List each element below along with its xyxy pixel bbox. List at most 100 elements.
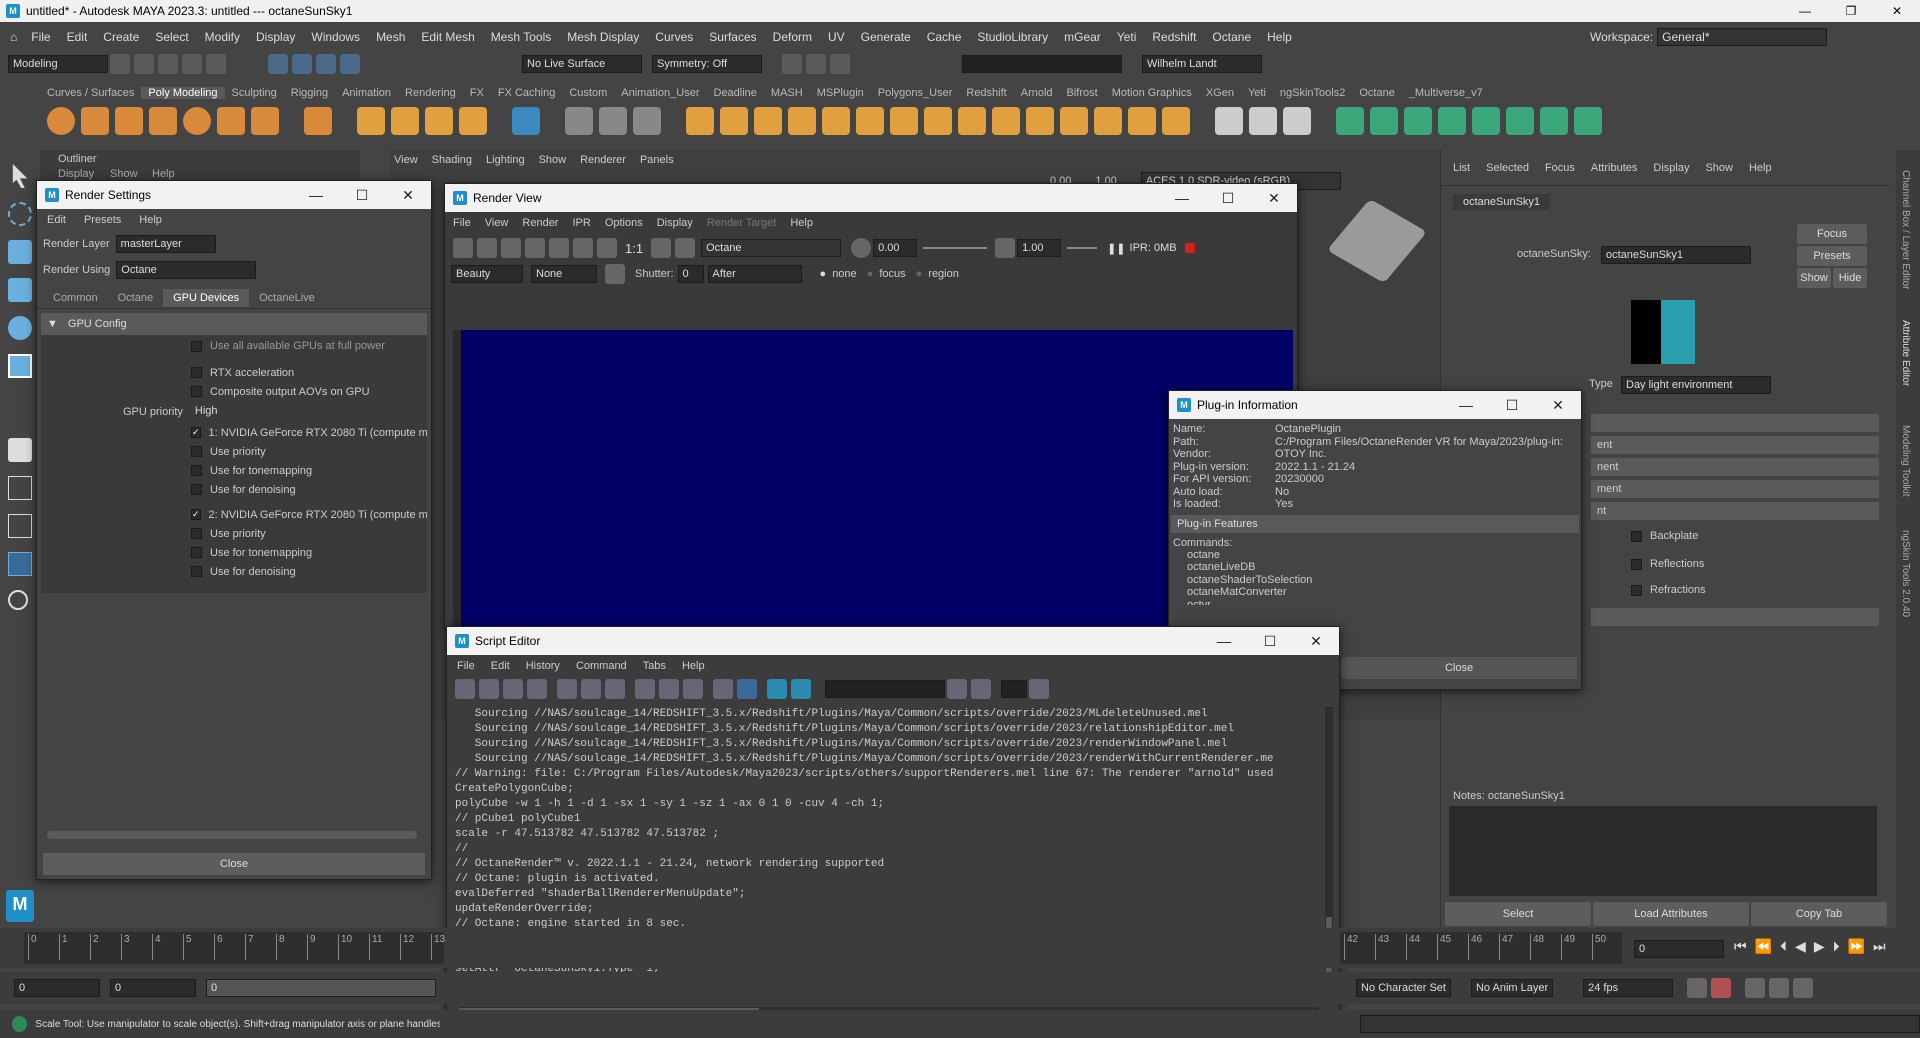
quad-draw-icon[interactable] — [992, 107, 1020, 135]
gpu2-denoising-checkbox[interactable] — [191, 566, 202, 577]
single-perspective-icon[interactable] — [8, 438, 32, 462]
rtx-checkbox[interactable] — [191, 367, 202, 378]
bridge-icon[interactable] — [754, 107, 782, 135]
save-script-icon[interactable] — [503, 679, 523, 699]
menu-cache[interactable]: Cache — [927, 30, 962, 44]
render-region-icon[interactable] — [477, 238, 497, 258]
ae-select-button[interactable]: Select — [1445, 902, 1591, 926]
fill-hole-icon[interactable] — [788, 107, 816, 135]
list-icon[interactable] — [605, 264, 625, 284]
range-bar[interactable]: 0 — [206, 979, 436, 997]
help-icon[interactable] — [12, 1016, 28, 1032]
side-tab-ngskin[interactable]: ngSkin Tools 2.0.40 — [1900, 530, 1911, 617]
outliner-menu-show[interactable]: Show — [110, 168, 138, 180]
shelf-tab[interactable]: Redshift — [959, 87, 1013, 99]
new-scene-icon[interactable] — [110, 54, 130, 74]
sculpt-brush-icon[interactable] — [1215, 107, 1243, 135]
goto-line-input[interactable] — [1001, 680, 1027, 698]
shutter-field[interactable]: 0 — [677, 265, 704, 283]
scale-tool-icon[interactable] — [8, 354, 32, 378]
ae-menu-item[interactable]: Show — [1705, 162, 1733, 174]
ae-hide-button[interactable]: Hide — [1833, 268, 1867, 288]
rs-tab[interactable]: OctaneLive — [249, 289, 325, 307]
radio-focus[interactable]: ● — [867, 268, 874, 280]
pause-ipr-icon[interactable]: ❚❚ — [1107, 242, 1125, 255]
workspace-dropdown[interactable]: General* — [1657, 28, 1828, 46]
renderer-dropdown[interactable]: Octane — [701, 239, 842, 257]
go-to-end-icon[interactable]: ⏭ — [1873, 938, 1886, 955]
svg-tool-icon[interactable] — [459, 107, 487, 135]
step-forward-icon[interactable]: ⏵ — [1833, 938, 1840, 955]
exposure-icon[interactable] — [851, 238, 872, 258]
ae-menu-item[interactable]: Help — [1749, 162, 1772, 174]
bevel-icon[interactable] — [720, 107, 748, 135]
se-menu-item[interactable]: Tabs — [643, 660, 666, 672]
menu-edit-mesh[interactable]: Edit Mesh — [421, 30, 474, 44]
redo-render-icon[interactable] — [453, 238, 473, 258]
uv-auto-icon[interactable] — [1472, 107, 1500, 135]
reduce-icon[interactable] — [890, 107, 918, 135]
start-time-field[interactable]: 0 — [14, 979, 100, 997]
ae-menu-item[interactable]: Display — [1653, 162, 1689, 174]
ae-load-attributes-button[interactable]: Load Attributes — [1593, 902, 1749, 926]
maximize-icon[interactable]: ☐ — [339, 187, 385, 204]
minimize-icon[interactable]: — — [1201, 633, 1247, 650]
menu-deform[interactable]: Deform — [773, 30, 812, 44]
loop-icon[interactable] — [1687, 978, 1708, 998]
shelf-tab[interactable]: Bifrost — [1060, 87, 1105, 99]
anim-layer-dropdown[interactable]: No Anim Layer — [1470, 979, 1554, 997]
maya-home-icon[interactable]: ⌂ — [10, 30, 17, 44]
outliner-menu-help[interactable]: Help — [152, 168, 175, 180]
se-menu-item[interactable]: Help — [682, 660, 705, 672]
restore-icon[interactable]: ❐ — [1828, 4, 1874, 18]
ipr-render-icon[interactable] — [806, 54, 826, 74]
menu-uv[interactable]: UV — [828, 30, 845, 44]
outliner-menu-display[interactable]: Display — [58, 168, 94, 180]
rv-menu-item[interactable]: Render — [522, 217, 558, 229]
separate-icon[interactable] — [633, 107, 661, 135]
rs-menu-help[interactable]: Help — [139, 214, 162, 226]
append-icon[interactable] — [822, 107, 850, 135]
settings-icon[interactable] — [1793, 978, 1814, 998]
show-input-icon[interactable] — [659, 679, 679, 699]
menu-windows[interactable]: Windows — [311, 30, 360, 44]
menu-select[interactable]: Select — [155, 30, 188, 44]
maximize-icon[interactable]: ☐ — [1247, 633, 1293, 650]
render-settings-icon[interactable] — [830, 54, 850, 74]
compare-dropdown[interactable]: None — [531, 265, 597, 283]
play-forward-icon[interactable]: ▶ — [1814, 938, 1825, 955]
save-to-shelf-icon[interactable] — [527, 679, 547, 699]
rv-menu-item[interactable]: File — [453, 217, 471, 229]
show-both-icon[interactable] — [683, 679, 703, 699]
remove-image-icon[interactable] — [675, 238, 696, 258]
se-menu-item[interactable]: History — [526, 660, 560, 672]
multi-cut-icon[interactable] — [1026, 107, 1054, 135]
viewport-menu-panels[interactable]: Panels — [640, 154, 674, 166]
collapse-arrow-icon[interactable]: ▼ — [47, 318, 58, 330]
viewport-menu-show[interactable]: Show — [539, 154, 567, 166]
poly-disc-icon[interactable] — [251, 107, 279, 135]
ae-node-tab[interactable]: octaneSunSky1 — [1453, 194, 1551, 210]
ae-presets-button[interactable]: Presets — [1797, 246, 1867, 266]
snap-point-icon[interactable] — [340, 54, 360, 74]
select-mode-icon[interactable] — [268, 54, 288, 74]
rs-tab[interactable]: Common — [43, 289, 108, 307]
menu-surfaces[interactable]: Surfaces — [709, 30, 756, 44]
shelf-tab[interactable]: Deadline — [707, 87, 764, 99]
minimize-icon[interactable]: — — [1782, 4, 1828, 18]
side-tab-attribute-editor[interactable]: Attribute Editor — [1900, 320, 1911, 386]
search-next-icon[interactable] — [971, 679, 991, 699]
search-icon[interactable] — [8, 590, 28, 610]
persp-outliner-icon[interactable] — [8, 514, 32, 538]
ipr-icon[interactable] — [525, 238, 545, 258]
extrude-icon[interactable] — [686, 107, 714, 135]
time-ruler[interactable]: 0 1 2 3 4 5 6 7 8 9 10 11 12 13 — [24, 932, 445, 964]
se-menu-item[interactable]: Command — [576, 660, 627, 672]
rs-menu-presets[interactable]: Presets — [84, 214, 121, 226]
open-scene-icon[interactable] — [134, 54, 154, 74]
command-line-input[interactable] — [1360, 1015, 1920, 1033]
insert-loop-icon[interactable] — [1128, 107, 1156, 135]
uv-unfold-icon[interactable] — [1370, 107, 1398, 135]
menu-yeti[interactable]: Yeti — [1117, 30, 1137, 44]
lasso-tool-icon[interactable] — [8, 202, 32, 226]
